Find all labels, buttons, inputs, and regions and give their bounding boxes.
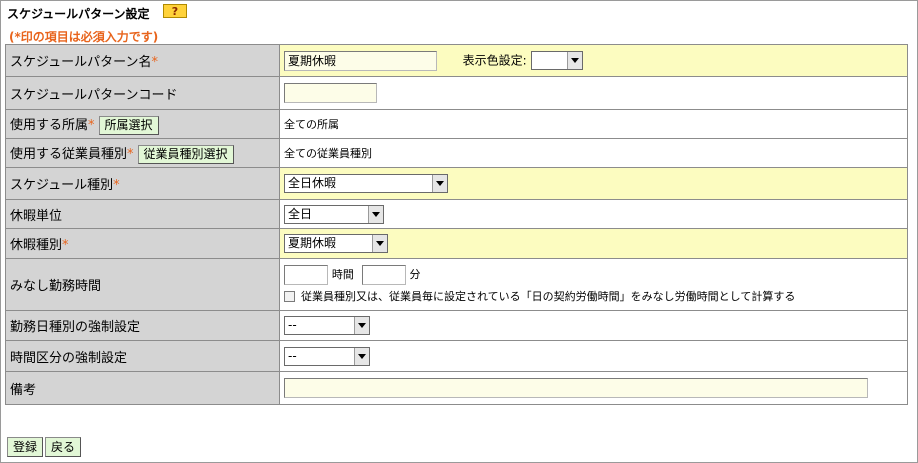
deemed-hours-input[interactable] [284,264,328,285]
page-title: スケジュールパターン設定 [7,7,150,21]
help-button[interactable]: ? [163,4,187,18]
chevron-down-icon [372,235,387,252]
pattern-code-input[interactable] [284,83,377,103]
department-label: 使用する所属* 所属選択 [5,109,280,139]
schedule-type-select[interactable]: 全日休暇 [284,174,448,193]
remarks-label: 備考 [5,371,280,405]
register-button[interactable]: 登録 [7,437,44,457]
pattern-code-label: スケジュールパターンコード [5,76,280,110]
chevron-down-icon [354,317,369,334]
employee-type-value: 全ての従業員種別 [284,147,372,160]
row-pattern-name: スケジュールパターン名* 夏期休暇 表示色設定: [5,44,908,77]
row-deemed-hours: みなし勤務時間 時間 分 従業員種別又は、従業員毎に設定されている「日の契約労働… [5,258,908,311]
back-button[interactable]: 戻る [45,437,82,457]
row-department: 使用する所属* 所属選択 全ての所属 [5,109,908,139]
leave-unit-select[interactable]: 全日 [284,204,384,224]
contract-hours-checkbox[interactable] [284,291,295,302]
pattern-name-input[interactable]: 夏期休暇 [284,50,437,71]
select-employee-type-button[interactable]: 従業員種別選択 [137,144,234,164]
schedule-pattern-form: スケジュールパターン名* 夏期休暇 表示色設定: スケジュールパターンコード 使… [5,44,908,405]
main-frame: スケジュールパターン設定 ? (*印の項目は必須入力です) スケジュールパターン… [0,0,918,463]
leave-type-label: 休暇種別* [5,228,280,259]
timeslot-force-select[interactable]: -- [284,346,370,366]
schedule-type-label: スケジュール種別* [5,167,280,200]
workday-force-label: 勤務日種別の強制設定 [5,310,280,341]
required-note: (*印の項目は必須入力です) [9,30,159,44]
workday-force-select[interactable]: -- [284,316,370,335]
minutes-unit-label: 分 [409,268,421,281]
color-setting-label: 表示色設定: [462,53,527,67]
row-leave-type: 休暇種別* 夏期休暇 [5,228,908,259]
remarks-input[interactable] [284,378,868,398]
required-mark: * [151,55,158,70]
hours-unit-label: 時間 [331,268,354,281]
select-department-button[interactable]: 所属選択 [98,115,159,135]
chevron-down-icon [354,347,369,365]
leave-unit-label: 休暇単位 [5,199,280,229]
deemed-minutes-input[interactable] [361,264,406,285]
employee-type-label: 使用する従業員種別* 従業員種別選択 [5,138,280,168]
color-select[interactable] [530,51,583,70]
row-pattern-code: スケジュールパターンコード [5,76,908,110]
timeslot-force-label: 時間区分の強制設定 [5,340,280,372]
leave-type-select[interactable]: 夏期休暇 [284,234,388,253]
contract-hours-checkbox-label: 従業員種別又は、従業員毎に設定されている「日の契約労働時間」をみなし労働時間とし… [301,290,796,303]
chevron-down-icon [368,205,383,223]
row-timeslot-force: 時間区分の強制設定 -- [5,340,908,372]
bottom-actions: 登録 戻る [7,437,83,457]
row-schedule-type: スケジュール種別* 全日休暇 [5,167,908,200]
deemed-hours-label: みなし勤務時間 [5,258,280,311]
row-employee-type: 使用する従業員種別* 従業員種別選択 全ての従業員種別 [5,138,908,168]
department-value: 全ての所属 [284,118,339,131]
chevron-down-icon [566,52,582,69]
row-leave-unit: 休暇単位 全日 [5,199,908,229]
chevron-down-icon [432,175,447,192]
pattern-name-label: スケジュールパターン名* [5,44,280,77]
row-remarks: 備考 [5,371,908,405]
row-workday-force: 勤務日種別の強制設定 -- [5,310,908,341]
